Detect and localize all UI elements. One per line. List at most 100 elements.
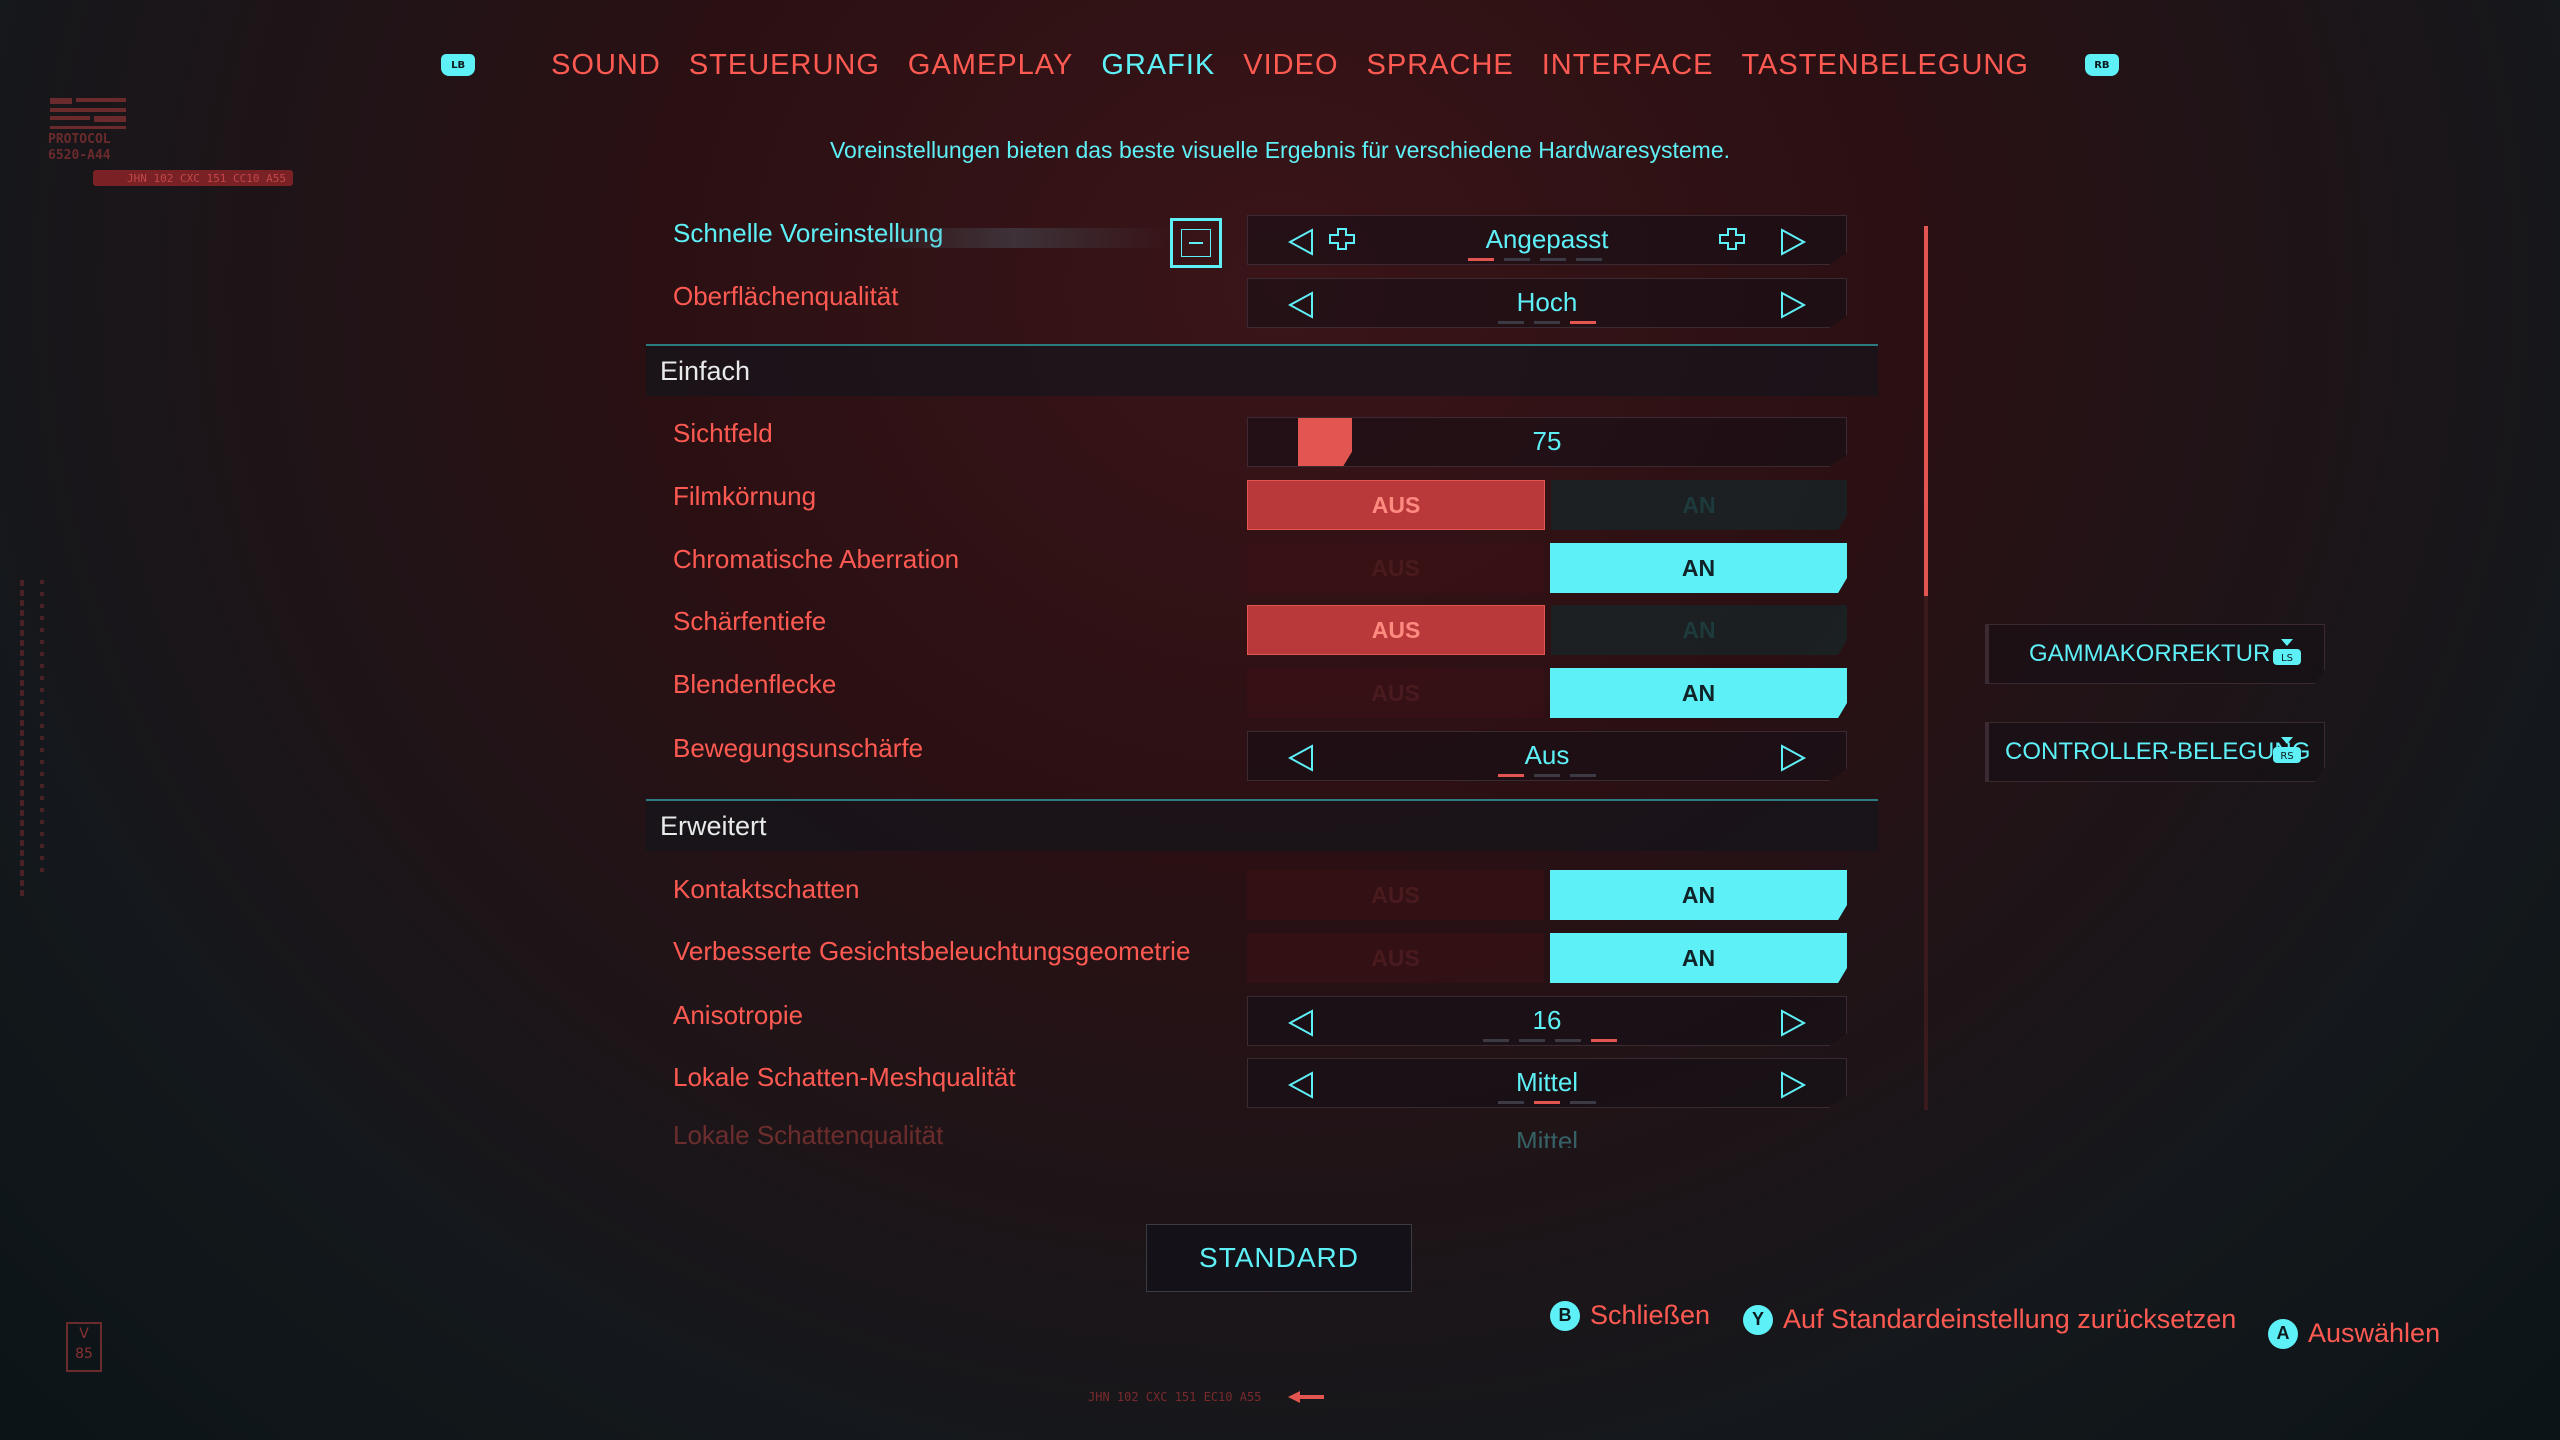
ls-key-text: LS [2281, 653, 2293, 664]
anisotropy-label: Anisotropie [673, 1000, 804, 1030]
dof-on-option[interactable]: AN [1551, 605, 1847, 655]
lens-flare-off-option[interactable]: AUS [1247, 668, 1544, 718]
y-button-icon: Y [1743, 1304, 1773, 1335]
face-lighting-toggle[interactable]: AUS AN [1247, 933, 1847, 983]
section-advanced-header: Erweitert [646, 799, 1878, 851]
lens-flare-label: Blendenflecke [673, 669, 837, 699]
film-grain-toggle[interactable]: AUS AN [1247, 480, 1847, 530]
motion-blur-ticks [1498, 774, 1596, 777]
tab-video[interactable]: VIDEO [1243, 49, 1338, 82]
local-shadow-quality-selector[interactable]: Mittel [1247, 1120, 1847, 1148]
local-shadow-mesh-value: Mittel [1515, 1067, 1579, 1097]
reset-hint[interactable]: Y Auf Standardeinstellung zurücksetzen [1743, 1304, 2236, 1335]
local-shadow-mesh-selector[interactable]: Mittel [1247, 1058, 1847, 1108]
tab-interface[interactable]: INTERFACE [1542, 49, 1714, 82]
lens-flare-on-option[interactable]: AN [1550, 668, 1847, 718]
left-edge-deco-2 [40, 580, 44, 880]
contact-shadows-off-option[interactable]: AUS [1247, 870, 1544, 920]
ls-stick-icon: LS [2272, 639, 2302, 667]
select-hint-label: Auswählen [2308, 1318, 2441, 1348]
protocol-bar: JHN 102 CXC 151 CC10 A55 [93, 170, 293, 186]
lb-bumper-icon[interactable]: LB [441, 54, 476, 76]
anisotropy-value: 16 [1532, 1005, 1562, 1035]
quality-ticks [1498, 321, 1596, 324]
controller-layout-button[interactable]: CONTROLLER-BELEGUNG RS [1985, 722, 2325, 782]
settings-tab-bar: LB SOUND STEUERUNG GAMEPLAY GRAFIK VIDEO… [0, 40, 2560, 90]
tab-tastenbelegung[interactable]: TASTENBELEGUNG [1741, 49, 2028, 82]
scrollbar-track[interactable] [1924, 596, 1928, 1110]
texture-quality-selector[interactable]: Hoch [1247, 278, 1847, 328]
scrollbar-thumb[interactable] [1924, 226, 1928, 596]
version-badge: V 85 [66, 1322, 102, 1372]
depth-of-field-toggle[interactable]: AUS AN [1247, 605, 1847, 655]
chromatic-off-option[interactable]: AUS [1247, 543, 1544, 593]
preset-ticks [1468, 258, 1602, 261]
contact-shadows-toggle[interactable]: AUS AN [1247, 870, 1847, 920]
face-lighting-on-option[interactable]: AN [1550, 933, 1847, 983]
quick-preset-toggle-icon[interactable] [1170, 218, 1222, 268]
arrow-right-icon[interactable] [1778, 1008, 1808, 1038]
reset-hint-label: Auf Standardeinstellung zurücksetzen [1783, 1304, 2237, 1334]
chromatic-aberration-label: Chromatische Aberration [673, 544, 960, 574]
face-lighting-label: Verbesserte Gesichtsbeleuchtungsgeometri… [673, 936, 1191, 966]
fov-label: Sichtfeld [673, 418, 773, 448]
select-hint[interactable]: A Auswählen [2268, 1318, 2440, 1349]
dof-off-option[interactable]: AUS [1247, 605, 1545, 655]
motion-blur-value: Aus [1524, 740, 1570, 770]
preset-description: Voreinstellungen bieten das beste visuel… [829, 137, 1731, 163]
section-basic-header: Einfach [646, 344, 1878, 396]
gamma-correction-button[interactable]: GAMMAKORREKTUR LS [1985, 624, 2325, 684]
tab-steuerung[interactable]: STEUERUNG [689, 49, 880, 82]
tab-gameplay[interactable]: GAMEPLAY [908, 49, 1073, 82]
chromatic-aberration-toggle[interactable]: AUS AN [1247, 543, 1847, 593]
local-shadow-quality-label: Lokale Schattenqualität [673, 1120, 944, 1148]
arrow-right-icon[interactable] [1718, 227, 1808, 257]
a-button-icon: A [2268, 1318, 2298, 1349]
texture-quality-label: Oberflächenqualität [673, 281, 899, 311]
quick-preset-selector[interactable]: Angepasst [1247, 215, 1847, 265]
controller-layout-label: CONTROLLER-BELEGUNG [2005, 738, 2311, 765]
section-advanced-title: Erweitert [660, 811, 767, 841]
contact-shadows-on-option[interactable]: AN [1550, 870, 1847, 920]
arrow-right-icon[interactable] [1778, 743, 1808, 773]
anisotropy-ticks [1483, 1039, 1617, 1042]
tab-grafik[interactable]: GRAFIK [1101, 49, 1215, 82]
face-lighting-off-option[interactable]: AUS [1247, 933, 1544, 983]
arrow-left-deco-icon [1288, 1391, 1324, 1403]
left-edge-deco [20, 580, 24, 900]
local-shadow-quality-value: Mittel [1515, 1126, 1579, 1148]
close-hint[interactable]: B Schließen [1550, 1300, 1710, 1331]
b-button-icon: B [1550, 1300, 1580, 1331]
local-shadow-mesh-label: Lokale Schatten-Meshqualität [673, 1062, 1016, 1092]
motion-blur-selector[interactable]: Aus [1247, 731, 1847, 781]
chromatic-on-option[interactable]: AN [1550, 543, 1847, 593]
anisotropy-selector[interactable]: 16 [1247, 996, 1847, 1046]
standard-button[interactable]: STANDARD [1146, 1224, 1412, 1292]
depth-of-field-label: Schärfentiefe [673, 606, 827, 636]
film-grain-off-option[interactable]: AUS [1247, 480, 1545, 530]
fov-slider[interactable]: 75 [1247, 417, 1847, 467]
close-hint-label: Schließen [1590, 1300, 1711, 1330]
rb-bumper-icon[interactable]: RB [2084, 54, 2119, 76]
section-basic-title: Einfach [660, 356, 751, 386]
rs-key-text: RS [2280, 751, 2293, 762]
quick-preset-highlight [860, 228, 1170, 248]
fov-value: 75 [1532, 426, 1562, 456]
film-grain-on-option[interactable]: AN [1551, 480, 1847, 530]
gamma-correction-label: GAMMAKORREKTUR [2029, 640, 2271, 667]
version-badge-v: V [79, 1326, 89, 1342]
lens-flare-toggle[interactable]: AUS AN [1247, 668, 1847, 718]
tab-sprache[interactable]: SPRACHE [1367, 49, 1514, 82]
mesh-ticks [1498, 1101, 1596, 1104]
arrow-right-icon[interactable] [1778, 290, 1808, 320]
protocol-logo-icon [50, 98, 126, 129]
texture-quality-value: Hoch [1516, 287, 1578, 317]
rs-stick-icon: RS [2272, 737, 2302, 765]
bottom-code: JHN 102 CXC 151 EC10 A55 [1088, 1390, 1262, 1404]
tab-sound[interactable]: SOUND [551, 49, 661, 82]
arrow-right-icon[interactable] [1778, 1070, 1808, 1100]
contact-shadows-label: Kontaktschatten [673, 874, 860, 904]
film-grain-label: Filmkörnung [673, 481, 817, 511]
version-badge-number: 85 [75, 1346, 93, 1362]
motion-blur-label: Bewegungsunschärfe [673, 733, 924, 763]
